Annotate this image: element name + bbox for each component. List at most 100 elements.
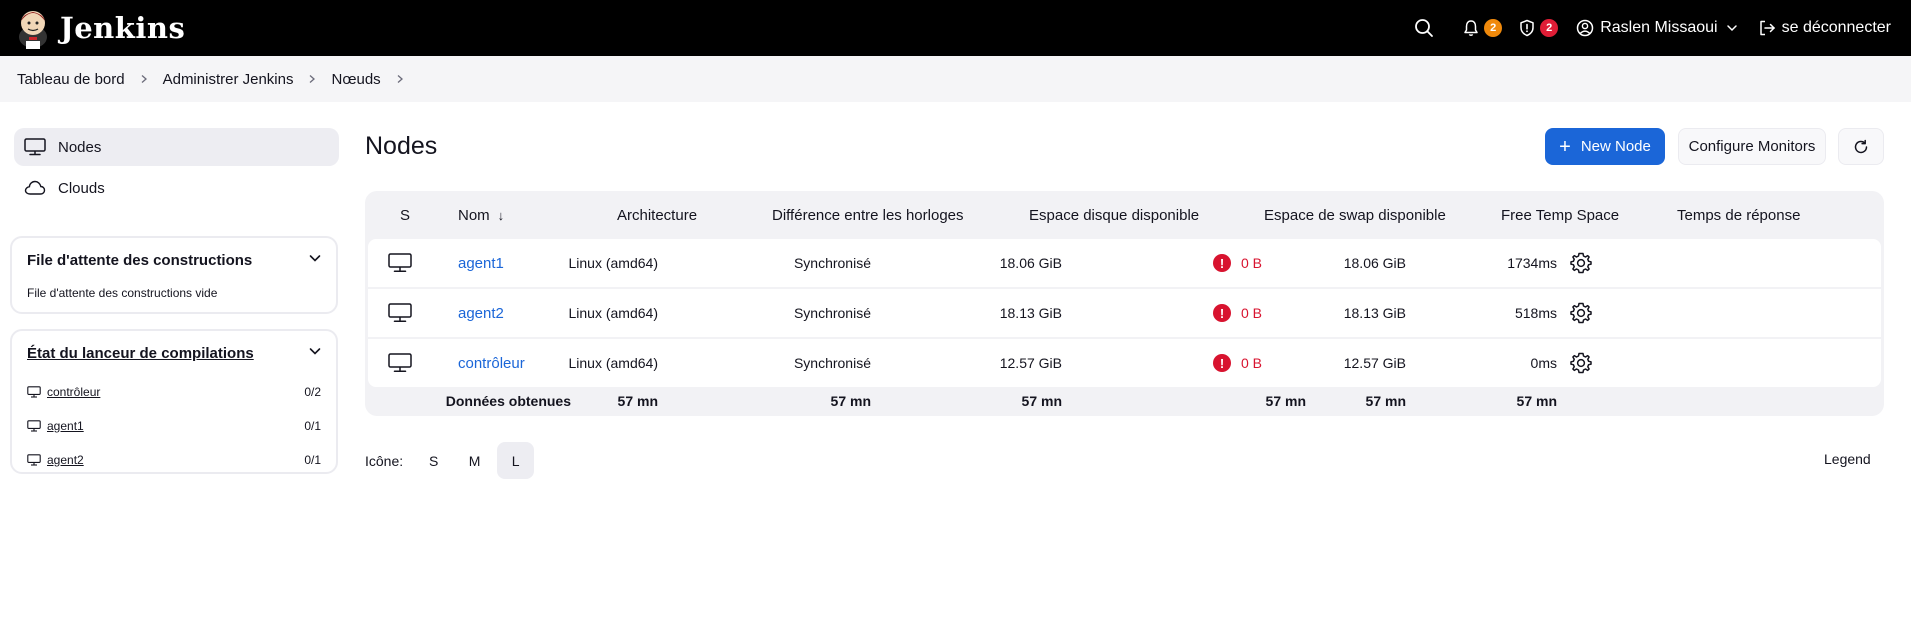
footer-disk: 57 mn	[1021, 393, 1062, 409]
bell-icon	[1464, 20, 1478, 36]
cell-architecture: Linux (amd64)	[568, 255, 659, 271]
chevron-down-icon	[309, 348, 321, 355]
collapse-build-queue-button[interactable]	[308, 251, 322, 269]
chevron-right-icon[interactable]	[395, 72, 405, 87]
build-queue-title: File d'attente des constructions	[27, 251, 253, 269]
icon-size-s-button[interactable]: S	[415, 442, 452, 479]
computer-icon	[27, 454, 41, 466]
table-footer: Données obtenues 57 mn 57 mn 57 mn 57 mn…	[365, 387, 1884, 415]
executor-link-agent2[interactable]: agent2	[47, 453, 304, 467]
col-header-status[interactable]: S	[400, 191, 410, 239]
node-link-agent2[interactable]: agent2	[458, 305, 504, 322]
executor-count: 0/1	[304, 453, 321, 467]
executor-link-controleur[interactable]: contrôleur	[47, 385, 304, 399]
sidebar-item-nodes[interactable]: Nodes	[14, 128, 339, 166]
node-link-controleur[interactable]: contrôleur	[458, 355, 525, 372]
cell-temp: 18.13 GiB	[1343, 305, 1406, 321]
security-button[interactable]: 2	[1518, 19, 1559, 37]
icon-size-m-button[interactable]: M	[456, 442, 493, 479]
executor-count: 0/2	[304, 385, 321, 399]
error-icon: !	[1212, 354, 1231, 372]
legend-link[interactable]: Legend	[1824, 451, 1871, 467]
footer-label: Données obtenues	[445, 393, 571, 409]
configure-node-button[interactable]	[1569, 289, 1593, 337]
logout-button[interactable]: se déconnecter	[1758, 19, 1891, 37]
new-node-button[interactable]: + New Node	[1545, 128, 1665, 165]
col-header-architecture[interactable]: Architecture	[617, 191, 697, 239]
computer-icon	[388, 239, 412, 287]
computer-icon	[27, 420, 41, 432]
computer-icon	[388, 289, 412, 337]
build-queue-empty-text: File d'attente des constructions vide	[27, 286, 218, 300]
error-icon: !	[1212, 304, 1231, 322]
search-button[interactable]	[1414, 18, 1434, 38]
executors-pane: État du lanceur de compilations contrôle…	[10, 329, 338, 474]
notifications-badge: 2	[1484, 19, 1503, 37]
table-row: agent2 Linux (amd64) Synchronisé 18.13 G…	[368, 289, 1881, 337]
sidebar-item-label: Clouds	[58, 179, 105, 197]
shield-alert-icon	[1520, 19, 1534, 37]
footer-response: 57 mn	[1516, 393, 1557, 409]
search-icon	[1415, 19, 1434, 37]
col-header-swap[interactable]: Espace de swap disponible	[1264, 191, 1446, 239]
notifications-button[interactable]: 2	[1462, 19, 1503, 37]
chevron-down-icon	[1726, 25, 1737, 32]
chevron-down-icon	[309, 255, 321, 262]
sidebar-item-label: Nodes	[58, 138, 102, 156]
collapse-executors-button[interactable]	[308, 344, 322, 362]
computer-icon	[24, 138, 46, 156]
executors-title-link[interactable]: État du lanceur de compilations	[27, 345, 254, 362]
cell-disk: 18.06 GiB	[999, 255, 1062, 271]
gear-icon	[1570, 352, 1592, 374]
configure-node-button[interactable]	[1569, 339, 1593, 387]
refresh-icon	[1854, 139, 1868, 153]
col-header-name[interactable]: Nom ↓	[458, 191, 504, 239]
icon-size-l-button[interactable]: L	[497, 442, 535, 479]
cell-swap: ! 0 B	[1178, 339, 1262, 387]
footer-clock-diff: 57 mn	[830, 393, 871, 409]
refresh-button[interactable]	[1838, 128, 1884, 165]
sidebar-item-clouds[interactable]: Clouds	[14, 169, 339, 207]
col-header-response[interactable]: Temps de réponse	[1677, 191, 1800, 239]
cell-clock-diff: Synchronisé	[793, 355, 871, 371]
col-header-clock-diff[interactable]: Différence entre les horloges	[772, 191, 964, 239]
plus-icon: +	[1559, 135, 1571, 158]
footer-temp: 57 mn	[1365, 393, 1406, 409]
user-avatar-icon	[1576, 19, 1594, 37]
logout-label: se déconnecter	[1781, 19, 1891, 36]
configure-monitors-label: Configure Monitors	[1688, 138, 1816, 155]
page-title: Nodes	[365, 132, 438, 160]
nodes-table: S Nom ↓ Architecture Différence entre le…	[365, 191, 1884, 416]
executor-count: 0/1	[304, 419, 321, 433]
configure-monitors-button[interactable]: Configure Monitors	[1678, 128, 1826, 165]
configure-node-button[interactable]	[1569, 239, 1593, 287]
swap-value: 0 B	[1240, 305, 1262, 321]
col-header-disk[interactable]: Espace disque disponible	[1029, 191, 1199, 239]
executor-row: agent1 0/1	[27, 409, 321, 443]
chevron-right-icon	[307, 72, 317, 87]
breadcrumb-nodes[interactable]: Nœuds	[331, 71, 380, 88]
cell-disk: 18.13 GiB	[999, 305, 1062, 321]
user-name: Raslen Missaoui	[1600, 19, 1718, 36]
user-menu[interactable]: Raslen Missaoui	[1576, 19, 1737, 37]
footer-architecture: 57 mn	[617, 393, 658, 409]
logout-icon	[1759, 20, 1775, 36]
node-link-agent1[interactable]: agent1	[458, 255, 504, 272]
footer-swap: 57 mn	[1265, 393, 1306, 409]
security-badge: 2	[1540, 19, 1559, 37]
executor-link-agent1[interactable]: agent1	[47, 419, 304, 433]
breadcrumb-manage-jenkins[interactable]: Administrer Jenkins	[163, 71, 294, 88]
gear-icon	[1570, 252, 1592, 274]
top-header: Jenkins 2 2 Raslen Missaoui se déconnect…	[0, 0, 1911, 56]
icon-size-selector: Icône: S M L	[365, 442, 535, 479]
table-row: contrôleur Linux (amd64) Synchronisé 12.…	[368, 339, 1881, 387]
breadcrumb-dashboard[interactable]: Tableau de bord	[17, 71, 125, 88]
chevron-right-icon	[139, 72, 149, 87]
computer-icon	[27, 386, 41, 398]
sort-arrow-down-icon: ↓	[497, 207, 505, 223]
swap-value: 0 B	[1240, 255, 1262, 271]
col-header-temp[interactable]: Free Temp Space	[1501, 191, 1619, 239]
computer-icon	[388, 339, 412, 387]
table-row: agent1 Linux (amd64) Synchronisé 18.06 G…	[368, 239, 1881, 287]
jenkins-logo-link[interactable]: Jenkins	[16, 7, 185, 49]
